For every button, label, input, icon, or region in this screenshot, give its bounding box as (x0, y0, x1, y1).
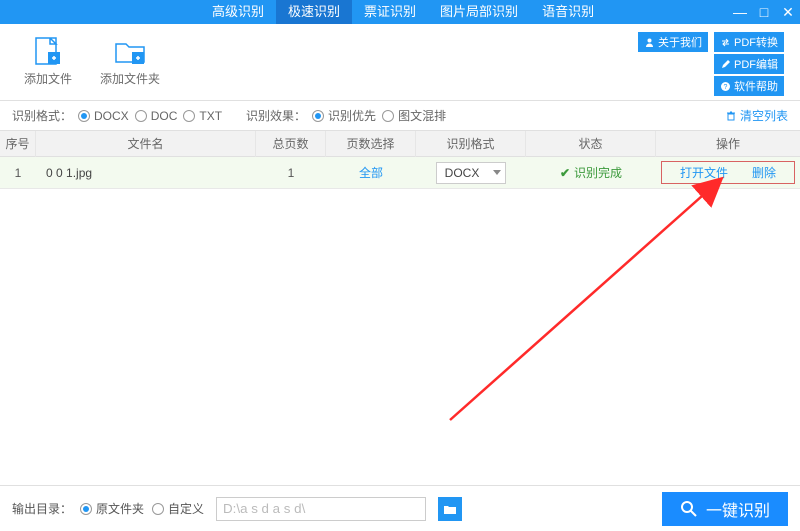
cell-ops: 打开文件 删除 (656, 161, 800, 184)
person-icon (644, 37, 655, 48)
format-doc-radio[interactable]: DOC (135, 109, 178, 123)
window-controls: — □ ✕ (728, 0, 800, 24)
effect-label: 识别效果： (246, 107, 306, 124)
help-icon: ? (720, 81, 731, 92)
toolbar: 添加文件 添加文件夹 关于我们 PDF转换 x PDF编辑 x ? (0, 24, 800, 101)
col-format: 识别格式 (416, 131, 526, 157)
add-folder-button[interactable]: 添加文件夹 (86, 32, 174, 91)
browse-folder-button[interactable] (438, 497, 462, 521)
pdf-edit-link[interactable]: PDF编辑 (714, 54, 784, 74)
folder-add-icon (112, 36, 148, 66)
tab-ticket[interactable]: 票证识别 (352, 0, 428, 24)
app-logo (0, 0, 200, 24)
delete-button[interactable]: 删除 (752, 164, 776, 181)
output-path-input[interactable] (216, 497, 426, 521)
format-group: 识别格式： DOCX DOC TXT (12, 107, 222, 124)
footer: 输出目录： 原文件夹 自定义 一键识别 (0, 485, 800, 531)
search-icon (680, 500, 698, 518)
tab-voice[interactable]: 语音识别 (530, 0, 606, 24)
mode-tabs: 高级识别 极速识别 票证识别 图片局部识别 语音识别 (200, 0, 606, 24)
about-us-link[interactable]: 关于我们 (638, 32, 708, 52)
options-row: 识别格式： DOCX DOC TXT 识别效果： 识别优先 图文混排 清空列表 (0, 101, 800, 131)
chevron-down-icon (493, 170, 501, 175)
folder-icon (443, 503, 457, 515)
clear-list-button[interactable]: 清空列表 (725, 107, 788, 124)
add-file-button[interactable]: 添加文件 (10, 32, 86, 91)
table-row[interactable]: 1 0 0 1.jpg 1 全部 DOCX ✔ 识别完成 打开文件 删除 (0, 157, 800, 189)
format-docx-radio[interactable]: DOCX (78, 109, 129, 123)
right-links: 关于我们 PDF转换 x PDF编辑 x ? 软件帮助 (638, 32, 790, 96)
trash-icon (725, 110, 737, 122)
edit-icon (720, 59, 731, 70)
cell-pageselect[interactable]: 全部 (326, 164, 416, 181)
effect-priority-radio[interactable]: 识别优先 (312, 107, 376, 124)
effect-group: 识别效果： 识别优先 图文混排 (246, 107, 446, 124)
format-select[interactable]: DOCX (436, 162, 507, 184)
output-custom-radio[interactable]: 自定义 (152, 500, 204, 517)
col-seq: 序号 (0, 131, 36, 157)
effect-mixed-radio[interactable]: 图文混排 (382, 107, 446, 124)
cell-seq: 1 (0, 166, 36, 180)
cell-format: DOCX (416, 162, 526, 184)
output-group: 输出目录： 原文件夹 自定义 (12, 497, 462, 521)
col-ops: 操作 (656, 131, 800, 157)
open-file-button[interactable]: 打开文件 (680, 164, 728, 181)
tab-fast[interactable]: 极速识别 (276, 0, 352, 24)
recognize-button[interactable]: 一键识别 (662, 492, 788, 526)
tab-region[interactable]: 图片局部识别 (428, 0, 530, 24)
col-pages: 总页数 (256, 131, 326, 157)
add-file-label: 添加文件 (24, 70, 72, 87)
help-link[interactable]: ? 软件帮助 (714, 76, 784, 96)
convert-icon (720, 37, 731, 48)
output-original-radio[interactable]: 原文件夹 (80, 500, 144, 517)
output-label: 输出目录： (12, 500, 72, 517)
format-label: 识别格式： (12, 107, 72, 124)
maximize-button[interactable]: □ (752, 0, 776, 24)
tab-advanced[interactable]: 高级识别 (200, 0, 276, 24)
col-status: 状态 (526, 131, 656, 157)
table-header: 序号 文件名 总页数 页数选择 识别格式 状态 操作 (0, 131, 800, 157)
check-icon: ✔ (560, 166, 570, 180)
col-filename: 文件名 (36, 131, 256, 157)
svg-text:?: ? (724, 84, 728, 91)
file-add-icon (30, 36, 66, 66)
minimize-button[interactable]: — (728, 0, 752, 24)
close-button[interactable]: ✕ (776, 0, 800, 24)
ops-highlight-box: 打开文件 删除 (661, 161, 795, 184)
col-pageselect: 页数选择 (326, 131, 416, 157)
cell-pages: 1 (256, 166, 326, 180)
cell-status: ✔ 识别完成 (526, 164, 656, 181)
cell-filename: 0 0 1.jpg (36, 166, 256, 180)
format-txt-radio[interactable]: TXT (183, 109, 222, 123)
pdf-convert-link[interactable]: PDF转换 (714, 32, 784, 52)
titlebar: 高级识别 极速识别 票证识别 图片局部识别 语音识别 — □ ✕ (0, 0, 800, 24)
add-folder-label: 添加文件夹 (100, 70, 160, 87)
annotation-arrow-icon (430, 170, 740, 440)
